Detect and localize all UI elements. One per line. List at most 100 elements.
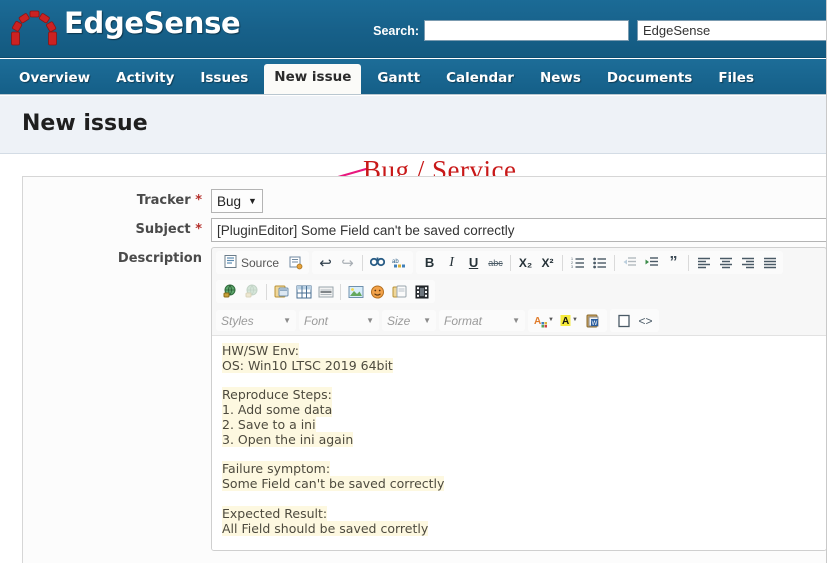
tracker-select-value: Bug <box>217 193 242 209</box>
chevron-down-icon: ▼ <box>283 316 291 325</box>
toolbar-group-document: Source <box>216 251 310 274</box>
maximize-icon[interactable] <box>613 310 634 331</box>
main-navigation: Overview Activity Issues New issue Gantt… <box>0 59 827 95</box>
horizontal-rule-icon[interactable] <box>315 281 336 302</box>
editor-toolbar-row-2 <box>212 277 826 306</box>
link-icon[interactable] <box>219 281 240 302</box>
subscript-button[interactable]: X₂ <box>515 252 536 273</box>
image-icon[interactable] <box>345 281 366 302</box>
description-line: 3. Open the ini again <box>222 431 816 448</box>
bulleted-list-button[interactable] <box>589 252 610 273</box>
description-label: Description <box>23 247 211 266</box>
svg-text:▼: ▼ <box>548 317 554 323</box>
styles-dropdown[interactable]: Styles ▼ <box>216 310 296 331</box>
svg-text:A: A <box>534 316 541 327</box>
strikethrough-button[interactable]: abc <box>485 252 506 273</box>
tracker-required-mark: * <box>195 193 202 208</box>
toolbar-separator <box>688 254 690 271</box>
toolbar-group-tools: <> <box>610 309 659 332</box>
numbered-list-button[interactable]: 123 <box>567 252 588 273</box>
subject-row: Subject * <box>23 218 827 242</box>
smiley-icon[interactable] <box>367 281 388 302</box>
toolbar-separator <box>362 254 364 271</box>
align-left-button[interactable] <box>693 252 714 273</box>
toolbar-separator <box>340 283 341 300</box>
find-icon[interactable] <box>367 252 388 273</box>
undo-icon[interactable]: ↩ <box>315 252 336 273</box>
editor-toolbar-row-1: Source ↩ ↪ ab B I U abc X₂ X² 1 2 3 ” <box>212 248 826 277</box>
description-line-text: Reproduce Steps: <box>222 387 332 403</box>
description-line-text: 1. Add some data <box>222 402 333 418</box>
description-editor-body[interactable]: HW/SW Env: OS: Win10 LTSC 2019 64bit Rep… <box>212 335 826 550</box>
styles-dropdown-label: Styles <box>221 313 254 328</box>
issue-form: Tracker * Bug ▼ Subject * Description <box>22 176 827 563</box>
underline-button[interactable]: U <box>463 252 484 273</box>
show-blocks-icon[interactable]: <> <box>635 310 656 331</box>
nav-item-overview[interactable]: Overview <box>9 64 100 94</box>
subject-label: Subject * <box>23 218 211 237</box>
subject-required-mark: * <box>195 222 202 237</box>
svg-text:ab: ab <box>392 259 399 265</box>
indent-button[interactable] <box>641 252 662 273</box>
tracker-label-text: Tracker <box>136 193 191 208</box>
bold-button[interactable]: B <box>419 252 440 273</box>
page-title: New issue <box>22 111 148 136</box>
nav-item-news[interactable]: News <box>530 64 591 94</box>
project-select-input[interactable] <box>637 20 827 41</box>
italic-button[interactable]: I <box>441 252 462 273</box>
nav-item-gantt[interactable]: Gantt <box>367 64 430 94</box>
size-dropdown[interactable]: Size ▼ <box>382 310 436 331</box>
chevron-down-icon: ▼ <box>366 316 374 325</box>
nav-item-calendar[interactable]: Calendar <box>436 64 524 94</box>
unlink-icon[interactable] <box>241 281 262 302</box>
search-label: Search: <box>373 23 419 38</box>
svg-text:3: 3 <box>571 265 573 269</box>
paste-from-word-icon[interactable]: W <box>583 310 604 331</box>
nav-list: Overview Activity Issues New issue Gantt… <box>6 58 767 94</box>
description-line: Reproduce Steps: <box>222 387 816 403</box>
nav-item-files[interactable]: Files <box>708 64 764 94</box>
background-color-icon[interactable]: A ▼ <box>557 310 582 331</box>
nav-item-issues[interactable]: Issues <box>190 64 258 94</box>
page-break-icon[interactable] <box>389 281 410 302</box>
nav-item-activity[interactable]: Activity <box>106 64 184 94</box>
align-right-button[interactable] <box>737 252 758 273</box>
description-line: Failure symptom: <box>222 461 816 477</box>
align-center-button[interactable] <box>715 252 736 273</box>
source-icon <box>224 254 237 271</box>
text-color-icon[interactable]: A ▼ <box>531 310 556 331</box>
tracker-select[interactable]: Bug ▼ <box>211 189 263 213</box>
nav-item-new-issue[interactable]: New issue <box>264 64 362 94</box>
nav-item-documents[interactable]: Documents <box>597 64 702 94</box>
source-button[interactable]: Source <box>219 252 284 273</box>
top-banner: EdgeSense Search: <box>0 0 827 58</box>
description-line-text: 2. Save to a ini <box>222 416 316 432</box>
anchor-icon[interactable] <box>271 281 292 302</box>
format-dropdown[interactable]: Format ▼ <box>439 310 525 331</box>
superscript-button[interactable]: X² <box>537 252 558 273</box>
svg-text:W: W <box>592 321 598 327</box>
search-input[interactable] <box>424 20 629 41</box>
align-justify-button[interactable] <box>759 252 780 273</box>
toolbar-group-colors: A ▼ A ▼ W <box>528 309 607 332</box>
replace-icon[interactable]: ab <box>389 252 410 273</box>
subject-input[interactable] <box>211 218 827 242</box>
redo-icon[interactable]: ↪ <box>337 252 358 273</box>
source-button-label: Source <box>241 255 280 270</box>
templates-icon[interactable] <box>285 252 306 273</box>
table-icon[interactable] <box>293 281 314 302</box>
description-line-blank <box>222 448 816 463</box>
blockquote-button[interactable]: ” <box>663 252 684 273</box>
description-line-text: OS: Win10 LTSC 2019 64bit <box>222 357 393 373</box>
chevron-down-icon: ▼ <box>423 316 431 325</box>
toolbar-group-insert <box>216 280 435 303</box>
toolbar-separator <box>562 254 564 271</box>
description-line-text: 3. Open the ini again <box>222 431 354 447</box>
font-dropdown[interactable]: Font ▼ <box>299 310 379 331</box>
app-title: EdgeSense <box>64 6 241 40</box>
tracker-row: Tracker * Bug ▼ <box>23 189 263 213</box>
outdent-button[interactable] <box>619 252 640 273</box>
media-icon[interactable] <box>411 281 432 302</box>
rich-text-editor: Source ↩ ↪ ab B I U abc X₂ X² 1 2 3 ” St… <box>211 247 827 551</box>
toolbar-group-basic-styles: B I U abc X₂ X² 123 ” <box>416 251 784 274</box>
